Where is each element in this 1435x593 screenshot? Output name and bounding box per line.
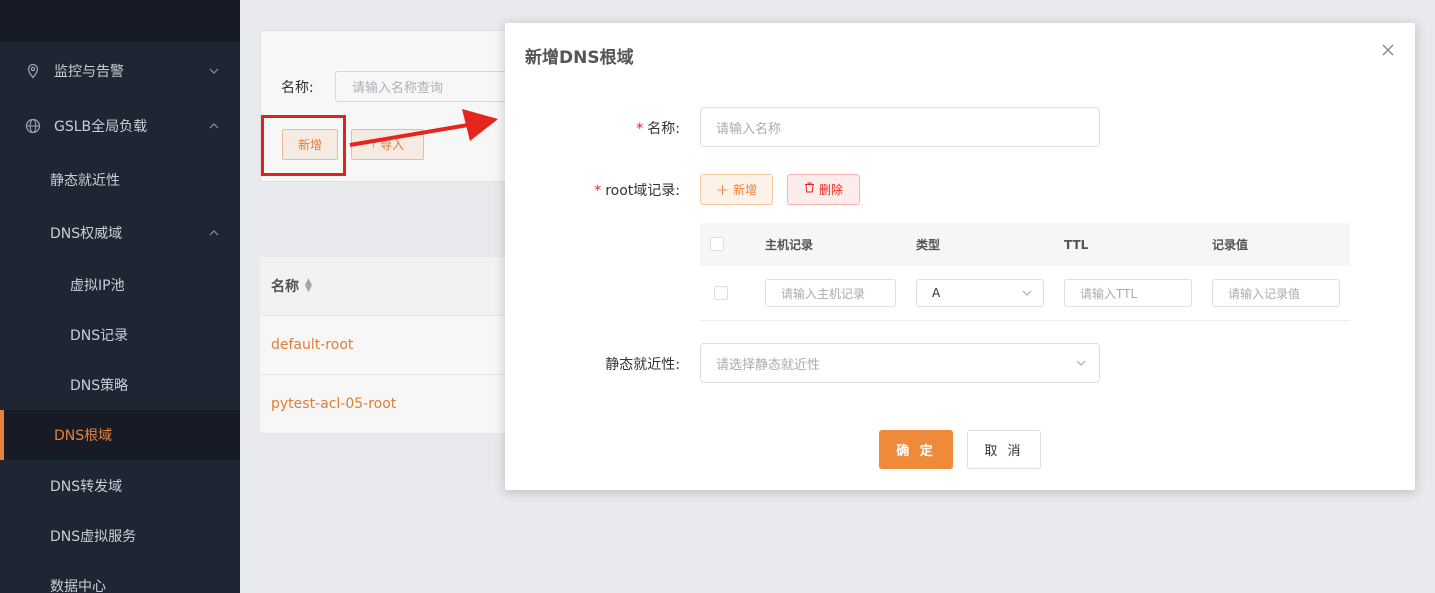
close-icon[interactable] xyxy=(1381,43,1395,57)
chevron-down-icon xyxy=(209,68,219,74)
sidebar-item-label: 监控与告警 xyxy=(54,64,124,80)
host-record-input[interactable]: 请输入主机记录 xyxy=(765,279,896,307)
add-record-label: 新增 xyxy=(733,183,758,197)
chevron-down-icon xyxy=(1022,290,1032,296)
sidebar: 监控与告警 GSLB全局负载 静态就近性 DNS权威域 虚拟IP池 DNS记录 … xyxy=(0,0,240,593)
sidebar-item-label: DNS根域 xyxy=(54,428,113,444)
chevron-up-icon xyxy=(209,123,219,129)
type-select[interactable]: A xyxy=(916,279,1044,307)
plus-icon: ＋ xyxy=(715,184,729,199)
sidebar-item-label: DNS虚拟服务 xyxy=(50,529,137,545)
row-checkbox[interactable] xyxy=(714,286,728,300)
name-label: * 名称: xyxy=(636,121,680,137)
column-value: 记录值 xyxy=(1212,238,1249,252)
cancel-button[interactable]: 取 消 xyxy=(967,430,1041,469)
sidebar-item-label: DNS权威域 xyxy=(50,226,123,242)
sidebar-item-monitoring[interactable]: 监控与告警 xyxy=(0,46,240,96)
column-type: 类型 xyxy=(916,238,941,252)
sidebar-item-dns-records[interactable]: DNS记录 xyxy=(0,310,240,360)
globe-icon xyxy=(24,117,42,135)
sidebar-item-virtual-ip-pool[interactable]: 虚拟IP池 xyxy=(0,260,240,310)
sidebar-header xyxy=(0,0,240,42)
sidebar-item-dns-virtual-service[interactable]: DNS虚拟服务 xyxy=(0,511,240,561)
static-proximity-select[interactable]: 请选择静态就近性 xyxy=(700,343,1100,383)
sidebar-item-label: 数据中心 xyxy=(50,579,106,593)
ttl-input[interactable]: 请输入TTL xyxy=(1064,279,1192,307)
chevron-down-icon xyxy=(1076,360,1086,366)
type-select-value: A xyxy=(932,286,941,300)
sidebar-item-dns-authority[interactable]: DNS权威域 xyxy=(0,208,240,258)
sidebar-item-label: DNS策略 xyxy=(70,378,129,394)
root-record-label: * root域记录: xyxy=(594,183,680,199)
sidebar-item-dns-policy[interactable]: DNS策略 xyxy=(0,360,240,410)
chevron-up-icon xyxy=(209,230,219,236)
confirm-button[interactable]: 确 定 xyxy=(879,430,953,469)
add-dns-root-dialog: 新增DNS根域 * 名称: 请输入名称 * root域记录: ＋ 新增 删除 主机记… xyxy=(505,23,1415,490)
sidebar-item-static-proximity[interactable]: 静态就近性 xyxy=(0,155,240,205)
column-host: 主机记录 xyxy=(765,238,814,252)
location-pin-icon xyxy=(24,62,42,80)
sidebar-item-data-center[interactable]: 数据中心 xyxy=(0,561,240,593)
table-row: 请输入主机记录 A 请输入TTL 请输入记录值 xyxy=(700,266,1350,321)
delete-record-button[interactable]: 删除 xyxy=(787,174,860,205)
select-all-checkbox[interactable] xyxy=(710,237,724,251)
sidebar-item-label: DNS转发域 xyxy=(50,479,123,495)
static-proximity-label: 静态就近性: xyxy=(605,357,680,373)
sidebar-item-dns-forward[interactable]: DNS转发域 xyxy=(0,461,240,511)
record-value-input[interactable]: 请输入记录值 xyxy=(1212,279,1340,307)
arrow-annotation-icon xyxy=(349,109,498,147)
sidebar-item-gslb[interactable]: GSLB全局负载 xyxy=(0,101,240,151)
add-record-button[interactable]: ＋ 新增 xyxy=(700,174,773,205)
name-input[interactable]: 请输入名称 xyxy=(700,107,1100,147)
sidebar-item-label: DNS记录 xyxy=(70,328,129,344)
trash-icon xyxy=(804,182,815,197)
sidebar-item-label: 静态就近性 xyxy=(50,173,120,189)
static-proximity-placeholder: 请选择静态就近性 xyxy=(716,357,821,373)
sidebar-item-label: GSLB全局负载 xyxy=(54,119,148,135)
dialog-title: 新增DNS根域 xyxy=(525,48,634,68)
column-ttl: TTL xyxy=(1064,237,1089,252)
delete-record-label: 删除 xyxy=(818,183,843,197)
sidebar-item-dns-root[interactable]: DNS根域 xyxy=(0,410,240,460)
records-table-header: 主机记录 类型 TTL 记录值 xyxy=(700,223,1350,266)
sidebar-item-label: 虚拟IP池 xyxy=(70,278,125,294)
